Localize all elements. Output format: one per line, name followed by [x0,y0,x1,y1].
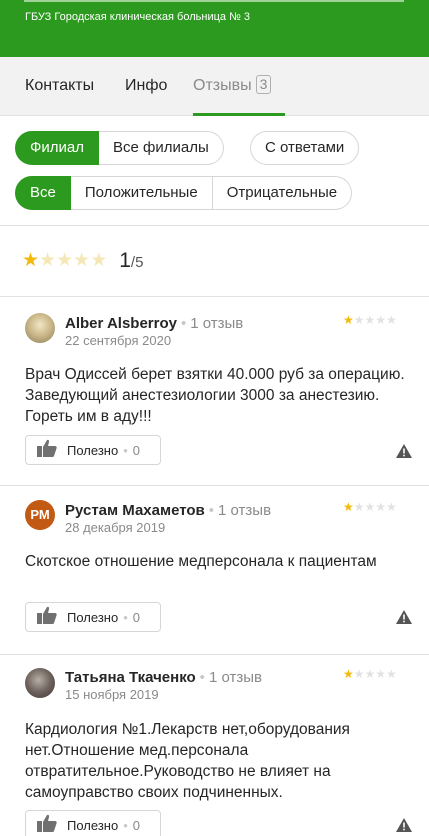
review-stars: ★★★★★ [343,500,397,514]
thumbs-up-icon [26,814,58,836]
star-empty-icon: ★★★★ [353,500,397,514]
header-divider [24,0,404,2]
review-date: 28 декабря 2019 [65,520,166,535]
rating-max: /5 [130,254,144,271]
useful-count: 0 [132,817,140,833]
star-icon: ★ [343,500,354,514]
avatar[interactable] [25,668,55,698]
star-empty-icon: ★★★★ [353,313,397,327]
filter-negative-button[interactable]: Отрицательные [212,176,353,210]
tab-reviews-label: Отзывы [193,77,252,94]
useful-label: Полезно [67,609,119,625]
tab-reviews-count: 3 [255,75,272,94]
thumbs-up-icon [26,439,58,462]
useful-label: Полезно [67,817,119,833]
review-text: Кардиология №1.Лекарств нет,оборудования… [25,721,350,801]
review-author[interactable]: Татьяна Ткаченко • 1 отзыв [65,669,262,686]
review-author-count: 1 отзыв [218,502,272,519]
star-icon: ★ [22,250,40,271]
divider [0,225,429,226]
rating-value: 1/5 [119,249,143,273]
filter-branch-button[interactable]: Филиал [15,131,100,165]
review-author-name: Рустам Махаметов [65,502,205,519]
filter-positive-button[interactable]: Положительные [70,176,213,210]
star-empty-icon: ★★★★ [353,667,397,681]
review-stars: ★★★★★ [343,313,397,327]
useful-count: 0 [132,609,140,625]
tab-bar: Контакты Инфо Отзывы 3 [0,57,429,116]
useful-label: Полезно [67,442,119,458]
review-card: Alber Alsberroy • 1 отзыв 22 сентября 2020… [0,296,429,486]
useful-button[interactable]: Полезно • 0 [25,435,161,465]
review-author-count: 1 отзыв [208,669,262,686]
review-card: РМ Рустам Махаметов • 1 отзыв 28 декабря 2… [0,485,429,655]
filter-all-branches-button[interactable]: Все филиалы [99,131,224,165]
star-empty-icon: ★ [90,250,108,271]
scope-filter: Филиал Все филиалы [15,131,224,165]
rating-stars: ★★★★★ [22,251,107,271]
tab-active-indicator [193,113,285,116]
tab-reviews[interactable]: Отзывы 3 [193,75,272,95]
star-icon: ★ [343,667,354,681]
header-bar: ГБУЗ Городская клиническая больница № 3 [0,0,429,57]
filter-all-button[interactable]: Все [15,176,71,210]
review-author[interactable]: Alber Alsberroy • 1 отзыв [65,315,243,332]
avatar[interactable] [25,313,55,343]
star-icon: ★ [343,313,354,327]
review-date: 22 сентября 2020 [65,333,172,348]
review-text: Врач Одиссей берет взятки 40.000 руб за … [25,366,405,425]
review-text: Скотское отношение медперсонала к пациен… [25,553,377,570]
review-author-count: 1 отзыв [190,315,244,332]
sentiment-filter: Все Положительные Отрицательные [15,176,353,210]
star-empty-icon: ★ [39,250,57,271]
review-date: 15 ноября 2019 [65,687,159,702]
useful-count: 0 [132,442,140,458]
review-stars: ★★★★★ [343,667,397,681]
star-empty-icon: ★ [56,250,74,271]
tab-contacts[interactable]: Контакты [25,77,94,95]
rating-number: 1 [119,249,131,272]
useful-button[interactable]: Полезно • 0 [25,602,161,632]
avatar[interactable]: РМ [25,500,55,530]
filter-with-answers-button[interactable]: С ответами [250,131,360,165]
rating-summary: ★★★★★ 1/5 [22,249,143,273]
report-warning-icon[interactable] [396,818,412,832]
review-author-name: Alber Alsberroy [65,315,177,332]
review-card: Татьяна Ткаченко • 1 отзыв 15 ноября 2019 … [0,654,429,836]
report-warning-icon[interactable] [396,610,412,624]
org-name: ГБУЗ Городская клиническая больница № 3 [25,11,251,23]
review-author-name: Татьяна Ткаченко [65,669,196,686]
useful-button[interactable]: Полезно • 0 [25,810,161,836]
tab-info[interactable]: Инфо [125,77,167,95]
review-author[interactable]: Рустам Махаметов • 1 отзыв [65,502,271,519]
thumbs-up-icon [26,606,58,629]
star-empty-icon: ★ [73,250,91,271]
report-warning-icon[interactable] [396,444,412,458]
